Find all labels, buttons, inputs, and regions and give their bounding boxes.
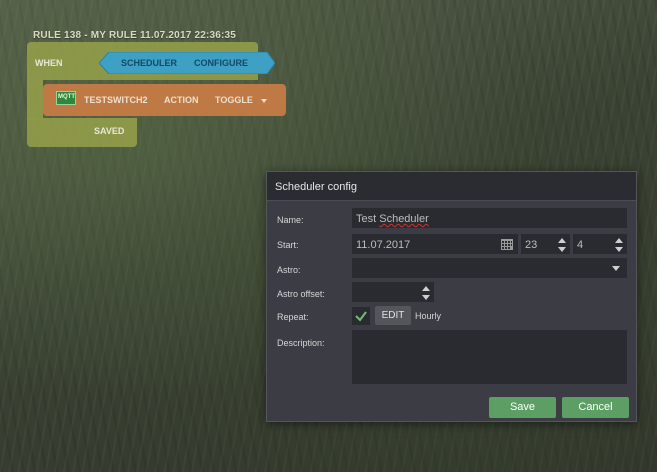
toggle-dropdown[interactable]: TOGGLE (215, 95, 253, 105)
scheduler-config-dialog: Scheduler config Name: Test Scheduler St… (266, 171, 637, 422)
scheduler-block[interactable]: SCHEDULER CONFIGURE (99, 52, 275, 74)
scheduler-label: SCHEDULER (121, 58, 178, 68)
astro-label: Astro: (277, 265, 301, 275)
dialog-header[interactable]: Scheduler config (267, 172, 636, 201)
astro-offset-label: Astro offset: (277, 289, 325, 299)
toggle-chevron-down-icon[interactable] (261, 99, 267, 103)
hour-spinner-icon[interactable] (558, 237, 566, 253)
description-textarea[interactable] (352, 330, 627, 384)
description-label: Description: (277, 338, 325, 348)
start-hour-value: 23 (525, 239, 538, 251)
action-device: TESTSWITCH2 (84, 95, 148, 105)
repeat-checkbox[interactable] (352, 307, 370, 325)
dialog-title: Scheduler config (275, 181, 357, 193)
mqtt-icon-text: MQTT (58, 94, 75, 100)
when-block[interactable]: WHEN SCHEDULER CONFIGURE (27, 42, 275, 80)
chevron-down-icon[interactable] (612, 266, 620, 271)
name-label: Name: (277, 215, 304, 225)
when-label: WHEN (35, 58, 63, 68)
astro-select[interactable] (352, 258, 627, 278)
start-minute-input[interactable]: 4 (573, 234, 627, 254)
start-label: Start: (277, 240, 299, 250)
when-block-stem (27, 80, 43, 120)
repeat-edit-button[interactable]: EDIT (375, 306, 411, 325)
name-input-value: Test Scheduler (356, 213, 429, 225)
name-input[interactable]: Test Scheduler (352, 208, 627, 228)
start-date-input[interactable]: 11.07.2017 (352, 234, 518, 254)
saved-block: SAVED (27, 118, 137, 147)
astro-offset-input[interactable] (352, 282, 434, 302)
saved-label: SAVED (94, 126, 125, 136)
checkmark-icon (355, 311, 367, 322)
action-block[interactable]: MQTT TESTSWITCH2 ACTION TOGGLE (43, 84, 286, 116)
configure-link[interactable]: CONFIGURE (194, 58, 248, 68)
action-label: ACTION (164, 95, 199, 105)
rule-title: RULE 138 - MY RULE 11.07.2017 22:36:35 (33, 30, 237, 41)
repeat-label: Repeat: (277, 312, 309, 322)
start-date-value: 11.07.2017 (356, 239, 411, 251)
mqtt-monitor-icon: MQTT (56, 91, 76, 105)
save-button[interactable]: Save (489, 397, 556, 418)
minute-spinner-icon[interactable] (615, 237, 623, 253)
repeat-value: Hourly (415, 311, 442, 321)
calendar-icon[interactable] (501, 239, 513, 250)
astro-offset-spinner-icon[interactable] (422, 285, 430, 301)
start-hour-input[interactable]: 23 (521, 234, 570, 254)
cancel-button[interactable]: Cancel (562, 397, 629, 418)
start-minute-value: 4 (577, 239, 584, 251)
